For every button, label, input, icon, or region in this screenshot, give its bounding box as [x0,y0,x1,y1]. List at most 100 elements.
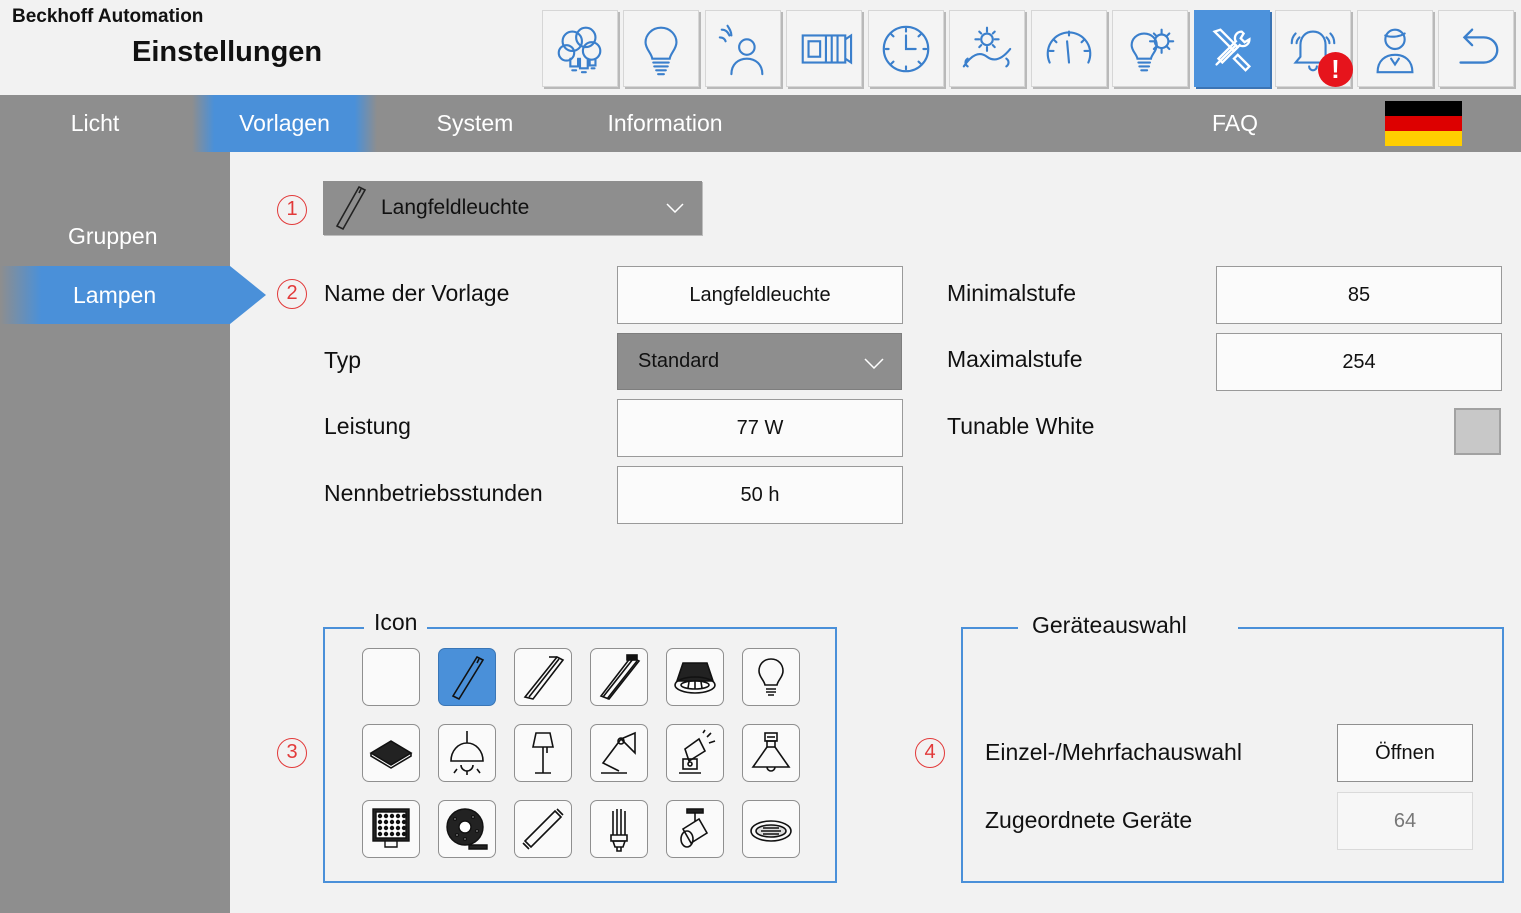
icon-option-bulb[interactable] [742,648,800,706]
max-level-label: Maximalstufe [947,346,1083,372]
tab-information[interactable]: Information [590,95,740,152]
icon-option-spotlight[interactable] [666,724,724,782]
marker-4: 4 [915,738,945,768]
de-flag-icon[interactable] [1385,101,1462,146]
device-group-title: Geräteauswahl [1018,612,1238,639]
icon-option-twin-batten[interactable] [590,648,648,706]
toolbar-presence-button[interactable] [705,10,781,87]
active-indicator-arrow [230,266,266,324]
max-level-value: 254 [1342,351,1376,373]
downlight-icon [674,662,716,694]
icon-option-panel[interactable] [362,724,420,782]
icon-option-cfl[interactable] [590,800,648,858]
template-select-value: Langfeldleuchte [381,196,530,219]
blinds-icon [801,32,853,65]
power-input[interactable]: 77 W [617,399,903,457]
header: Beckhoff Automation Einstellungen ! [0,0,1521,95]
toolbar-user-button[interactable] [1357,10,1433,87]
min-level-value: 85 [1347,284,1371,306]
toolbar-lights-button[interactable] [542,10,618,87]
gauge-icon [1046,30,1092,64]
toolbar-blinds-button[interactable] [786,10,862,87]
sidebar-item-lampen[interactable]: Lampen [0,266,230,324]
icon-option-downlight[interactable] [666,648,724,706]
alarm-badge: ! [1318,52,1353,87]
icon-option-linear[interactable] [438,648,496,706]
name-input[interactable]: Langfeldleuchte [617,266,903,324]
recessed-light-icon [750,820,792,842]
twin-batten-icon [599,654,641,700]
high-bay-icon [751,732,791,772]
panel-light-icon [369,740,413,769]
toolbar-settings-button[interactable] [1194,10,1270,87]
tab-faq[interactable]: FAQ [1185,95,1285,152]
type-label: Typ [324,347,362,373]
power-value: 77 W [736,417,784,439]
icon-option-empty[interactable] [362,648,420,706]
icon-option-recessed[interactable] [742,800,800,858]
hours-value: 50 h [740,484,780,506]
max-level-input[interactable]: 254 [1216,333,1502,391]
linear-luminaire-icon [335,185,367,231]
spotlight-icon [679,729,716,774]
type-value: Standard [638,350,720,372]
presence-sensor-icon [718,24,764,75]
sidebar-item-gruppen[interactable]: Gruppen [0,207,230,265]
clock-icon [882,25,930,72]
min-level-label: Minimalstufe [947,280,1077,306]
led-strip-icon [446,808,488,850]
marker-2: 2 [277,279,307,309]
back-icon [1459,28,1499,64]
hours-input[interactable]: 50 h [617,466,903,524]
open-button[interactable]: Öffnen [1337,724,1473,782]
tunable-white-checkbox[interactable] [1454,408,1501,455]
name-label: Name der Vorlage [324,280,510,306]
tab-system[interactable]: System [410,95,540,152]
toolbar-clock-button[interactable] [868,10,944,87]
sidebar: Gruppen Lampen [0,152,230,913]
toolbar-gauge-button[interactable] [1031,10,1107,87]
linear-luminaire-icon [451,655,485,701]
name-value: Langfeldleuchte [689,284,831,306]
icon-option-tube[interactable] [514,800,572,858]
icon-option-track-spot[interactable] [666,800,724,858]
light-settings-icon [1130,28,1175,71]
icon-option-pendant[interactable] [438,724,496,782]
toolbar-bulb-button[interactable] [623,10,699,87]
marker-3: 3 [277,738,307,768]
cfl-lamp-icon [610,809,628,852]
chevron-down-icon [864,358,884,369]
device-select-label: Einzel-/Mehrfachauswahl [985,739,1242,765]
toolbar-back-button[interactable] [1438,10,1514,87]
assigned-devices-count: 64 [1337,792,1473,850]
icon-option-desk-lamp[interactable] [590,724,648,782]
icon-option-led-strip[interactable] [438,800,496,858]
led-matrix-icon [372,808,410,848]
power-label: Leistung [324,413,411,439]
top-nav: Licht Vorlagen System Information FAQ [0,95,1521,152]
type-select[interactable]: Standard [617,333,902,390]
icon-group-title: Icon [364,609,428,636]
hours-label: Nennbetriebsstunden [324,480,543,506]
icon-option-batten[interactable] [514,648,572,706]
toolbar-light-settings-button[interactable] [1112,10,1188,87]
icon-option-led-matrix[interactable] [362,800,420,858]
desk-lamp-icon [601,731,636,774]
toolbar-daylight-button[interactable] [949,10,1025,87]
tube-lamp-icon [522,808,564,850]
user-icon [1376,28,1414,73]
pendant-lamp-icon [450,731,484,775]
tab-licht[interactable]: Licht [30,95,160,152]
min-level-input[interactable]: 85 [1216,266,1502,324]
light-bulb-icon [644,26,678,75]
marker-1: 1 [277,195,307,225]
tunable-white-label: Tunable White [947,413,1095,439]
chevron-down-icon [666,203,684,213]
tab-vorlagen[interactable]: Vorlagen [192,95,377,152]
track-spot-icon [680,808,709,848]
bulb-icon [758,658,784,696]
floor-lamp-icon [532,732,554,774]
icon-option-floor-lamp[interactable] [514,724,572,782]
icon-option-high-bay[interactable] [742,724,800,782]
template-select[interactable]: Langfeldleuchte [323,181,702,235]
